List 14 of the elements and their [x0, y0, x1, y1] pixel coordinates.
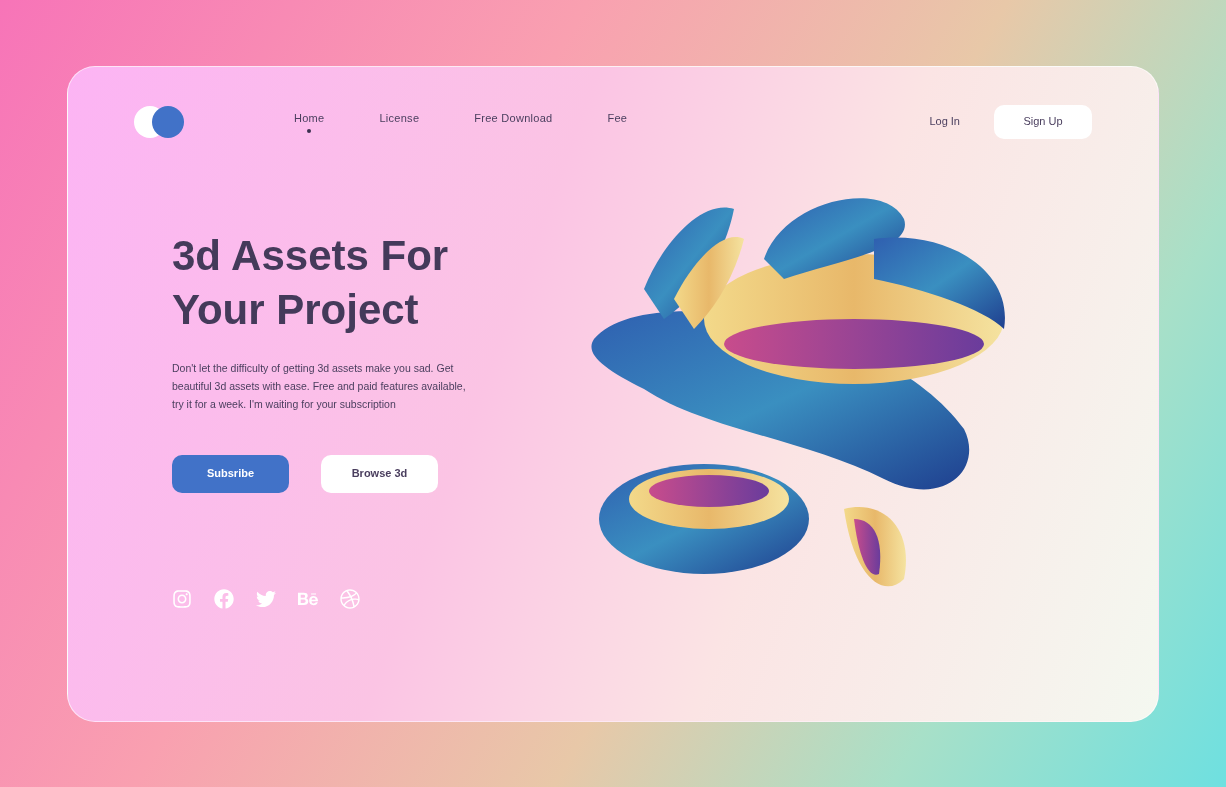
subscribe-button[interactable]: Subsribe: [172, 454, 289, 493]
nav-link[interactable]: Home: [294, 109, 325, 134]
logo-icon[interactable]: [134, 105, 184, 138]
browse-button[interactable]: Browse 3d: [321, 454, 438, 493]
hero-description: Don't let the difficulty of getting 3d assets make you sad. Get beautiful 3d assets with ease. Free and paid features available, try it for a week. I'm waiting for your subscription: [172, 360, 467, 412]
instagram-icon[interactable]: [172, 588, 192, 609]
nav-link[interactable]: Fee: [607, 109, 628, 134]
nav-link[interactable]: License: [379, 109, 420, 134]
bird-icon[interactable]: [256, 588, 276, 609]
login-link[interactable]: Log In: [929, 113, 960, 130]
facebook-icon[interactable]: [214, 588, 234, 609]
hero-title: 3d Assets For Your Project: [172, 230, 450, 335]
nav-link[interactable]: Free Download: [474, 109, 553, 134]
signup-button[interactable]: Sign Up: [994, 104, 1092, 139]
